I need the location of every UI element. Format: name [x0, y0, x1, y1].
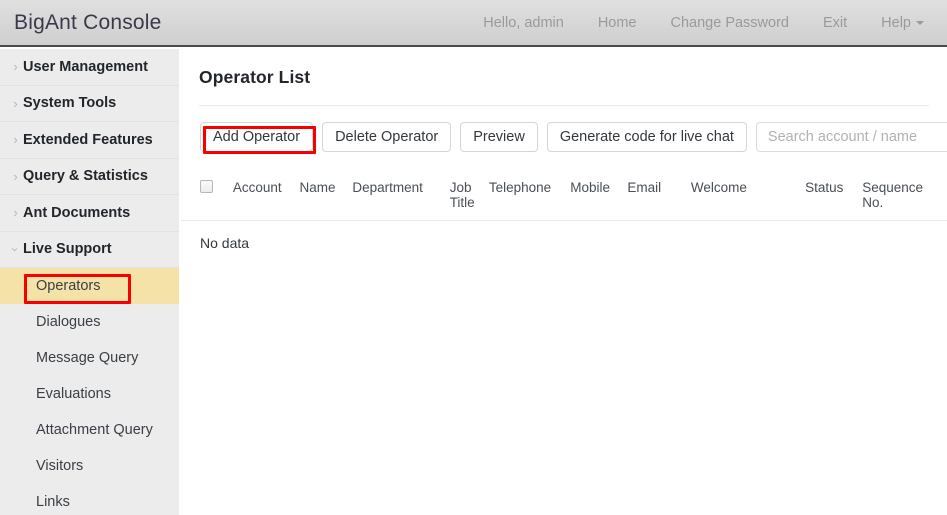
sidebar-item-label: Attachment Query: [36, 422, 153, 438]
chevron-down-icon: ›: [8, 247, 23, 252]
sidebar-item-dialogues[interactable]: Dialogues: [0, 304, 179, 340]
column-header-job-title[interactable]: Job Title: [449, 171, 489, 221]
column-header-mobile[interactable]: Mobile: [570, 171, 628, 221]
title-divider: [199, 105, 929, 106]
chevron-right-icon: ›: [13, 59, 18, 75]
table-header-row: Account Name Department Job Title Teleph…: [181, 171, 947, 221]
sidebar-item-label: Visitors: [36, 458, 84, 474]
sidebar-group-label: Live Support: [23, 241, 112, 258]
sidebar-group-system-tools[interactable]: › System Tools: [0, 86, 179, 122]
select-all-cell: [181, 171, 233, 221]
sidebar-item-links[interactable]: Links: [0, 484, 179, 515]
generate-code-button[interactable]: Generate code for live chat: [546, 122, 747, 152]
column-header-status[interactable]: Status: [805, 171, 863, 221]
caret-down-icon: [916, 20, 924, 25]
column-header-account[interactable]: Account: [232, 171, 300, 221]
table-body: No data: [181, 221, 947, 266]
column-header-telephone[interactable]: Telephone: [488, 171, 571, 221]
main-content: Operator List Add Operator Delete Operat…: [181, 49, 947, 515]
column-header-welcome[interactable]: Welcome: [690, 171, 806, 221]
sidebar-group-label: Query & Statistics: [23, 168, 148, 185]
chevron-right-icon: ›: [13, 168, 18, 184]
add-operator-button[interactable]: Add Operator: [200, 122, 314, 152]
delete-operator-button[interactable]: Delete Operator: [322, 122, 452, 152]
sidebar-item-label: Operators: [36, 278, 101, 294]
app-brand-title: BigAnt Console: [14, 10, 162, 34]
sidebar-group-label: Ant Documents: [23, 204, 131, 221]
sidebar-item-label: Evaluations: [36, 386, 111, 402]
page-title: Operator List: [199, 67, 311, 87]
sidebar-group-ant-documents[interactable]: › Ant Documents: [0, 195, 179, 232]
column-header-department[interactable]: Department: [352, 171, 450, 221]
app-root: BigAnt Console Hello, admin Home Change …: [0, 0, 947, 515]
sidebar-item-visitors[interactable]: Visitors: [0, 448, 179, 484]
sidebar-item-label: Dialogues: [36, 314, 101, 330]
sidebar-group-extended-features[interactable]: › Extended Features: [0, 122, 179, 159]
operator-table-container: Account Name Department Job Title Teleph…: [181, 171, 947, 265]
sidebar: › User Management › System Tools › Exten…: [0, 49, 179, 515]
table-empty-row: No data: [181, 221, 947, 266]
nav-change-password[interactable]: Change Password: [654, 15, 807, 31]
no-data-message: No data: [200, 235, 250, 251]
column-header-sequence-no[interactable]: Sequence No.: [862, 171, 947, 221]
sidebar-item-label: Message Query: [36, 350, 139, 366]
column-header-email[interactable]: Email: [627, 171, 691, 221]
nav-help[interactable]: Help: [864, 15, 941, 31]
sidebar-group-label: User Management: [23, 58, 148, 75]
sidebar-group-label: System Tools: [23, 95, 117, 112]
nav-help-label: Help: [881, 14, 911, 31]
sidebar-group-live-support[interactable]: › Live Support: [0, 232, 179, 268]
sidebar-group-label: Extended Features: [23, 131, 153, 148]
search-input[interactable]: [755, 122, 947, 152]
chevron-right-icon: ›: [13, 132, 18, 148]
sidebar-item-label: Links: [36, 494, 70, 510]
preview-button[interactable]: Preview: [460, 122, 538, 152]
select-all-checkbox[interactable]: [200, 180, 213, 193]
sidebar-item-attachment-query[interactable]: Attachment Query: [0, 412, 179, 448]
chevron-right-icon: ›: [13, 95, 18, 111]
toolbar: Add Operator Delete Operator Preview Gen…: [200, 122, 947, 152]
top-navigation: Hello, admin Home Change Password Exit H…: [466, 15, 947, 31]
sidebar-group-query-statistics[interactable]: › Query & Statistics: [0, 159, 179, 195]
nav-greeting[interactable]: Hello, admin: [466, 15, 581, 31]
sidebar-item-message-query[interactable]: Message Query: [0, 340, 179, 376]
nav-home[interactable]: Home: [581, 15, 654, 31]
operator-table: Account Name Department Job Title Teleph…: [181, 171, 947, 265]
top-header-bar: BigAnt Console Hello, admin Home Change …: [0, 0, 947, 47]
column-header-name[interactable]: Name: [299, 171, 353, 221]
chevron-right-icon: ›: [13, 205, 18, 221]
sidebar-item-operators[interactable]: Operators: [0, 268, 179, 304]
nav-exit[interactable]: Exit: [806, 15, 864, 31]
sidebar-group-user-management[interactable]: › User Management: [0, 49, 179, 86]
sidebar-item-evaluations[interactable]: Evaluations: [0, 376, 179, 412]
